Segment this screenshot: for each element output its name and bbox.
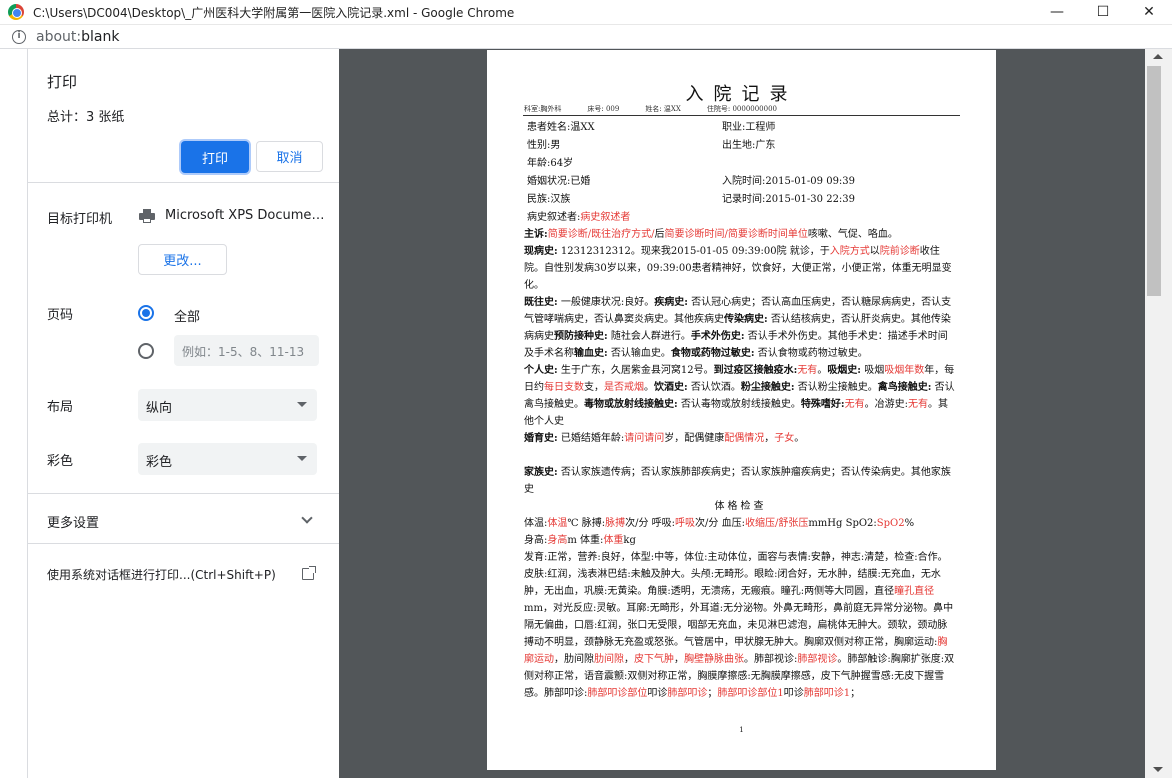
window-title: C:\Users\DC004\Desktop\_广州医科大学附属第一医院入院记录… bbox=[33, 6, 515, 20]
meta-bed: 床号: 009 bbox=[587, 105, 620, 113]
meta-name: 姓名: 温XX bbox=[645, 105, 681, 113]
narrator-value: 病史叙述者 bbox=[580, 212, 631, 223]
marital-history: 婚育史: 已婚结婚年龄:请问请问岁，配偶健康配偶情况，子女。 bbox=[524, 433, 805, 444]
close-button[interactable]: ✕ bbox=[1126, 0, 1172, 24]
pages-custom-input[interactable]: 例如：1-5、8、11-13 bbox=[174, 335, 319, 366]
cancel-button[interactable]: 取消 bbox=[256, 141, 323, 172]
chevron-down-icon[interactable] bbox=[301, 512, 313, 524]
exam-heading: 体格检查 bbox=[714, 501, 767, 512]
printer-name: Microsoft XPS Document Writer bbox=[165, 208, 325, 223]
preview-scrollbar[interactable] bbox=[1145, 49, 1172, 778]
system-dialog-link[interactable]: 使用系统对话框进行打印...(Ctrl+Shift+P) bbox=[47, 566, 276, 583]
print-panel-title: 打印 bbox=[47, 73, 78, 91]
field-record-time: 记录时间:2015-01-30 22:39 bbox=[722, 194, 856, 205]
narrator-label: 病史叙述者: bbox=[527, 212, 581, 223]
field-job: 职业:工程师 bbox=[722, 122, 776, 133]
field-admit-time: 入院时间:2015-01-09 09:39 bbox=[722, 176, 856, 187]
dropdown-caret-icon bbox=[297, 456, 307, 461]
field-narrator: 病史叙述者:病史叙述者 bbox=[527, 212, 630, 224]
scroll-down-icon[interactable] bbox=[1153, 767, 1163, 772]
address-url[interactable]: about:blank bbox=[36, 29, 119, 45]
open-external-icon bbox=[302, 566, 316, 580]
scroll-thumb[interactable] bbox=[1147, 66, 1161, 296]
physical-exam: 发育:正常，营养:良好，体型:中等，体位:主动体位，面容与表情:安静，神志:清楚… bbox=[524, 552, 955, 699]
sheet-total: 总计：3 张纸 bbox=[47, 110, 125, 125]
more-settings-toggle[interactable]: 更多设置 bbox=[47, 512, 99, 531]
layout-label: 布局 bbox=[47, 400, 74, 415]
color-label: 彩色 bbox=[47, 454, 74, 469]
past-history: 既往史: 一般健康状况:良好。疾病史: 否认冠心病史；否认高血压病史，否认糖尿病… bbox=[524, 297, 952, 359]
destination-label: 目标打印机 bbox=[47, 212, 113, 227]
field-age: 年龄:64岁 bbox=[527, 158, 574, 169]
preview-page: 入院记录 科室:胸外科 床号: 009 姓名: 温XX 住院号: 0000000000… bbox=[487, 50, 996, 770]
info-icon[interactable]: i bbox=[12, 30, 26, 44]
header-rule bbox=[523, 115, 960, 116]
divider bbox=[28, 182, 340, 183]
divider bbox=[28, 543, 340, 544]
pages-custom-radio[interactable] bbox=[138, 343, 154, 359]
layout-value: 纵向 bbox=[146, 401, 173, 416]
address-bar: i about:blank bbox=[0, 25, 1172, 49]
scroll-up-icon[interactable] bbox=[1153, 54, 1163, 59]
color-value: 彩色 bbox=[146, 455, 173, 470]
height-weight: 身高:身高m 体重:体重kg bbox=[524, 535, 636, 546]
divider bbox=[28, 493, 340, 494]
document-body: 主诉:简要诊断/既往治疗方式/后简要诊断时间/简要诊断时间单位咳嗽、气促、咯血。… bbox=[524, 226, 957, 702]
minimize-button[interactable]: — bbox=[1034, 0, 1080, 24]
pages-label: 页码 bbox=[47, 308, 74, 323]
present-illness: 现病史: 12312312312。现来我2015-01-05 09:39:00院… bbox=[524, 246, 952, 291]
print-button[interactable]: 打印 bbox=[181, 141, 249, 173]
family-history: 家族史: 否认家族遗传病；否认家族肺部疾病史；否认家族肿瘤疾病史；否认传染病史。… bbox=[524, 467, 951, 495]
page-number: 1 bbox=[739, 726, 744, 734]
chief-complaint: 主诉:简要诊断/既往治疗方式/后简要诊断时间/简要诊断时间单位咳嗽、气促、咯血。 bbox=[524, 229, 898, 240]
meta-dept: 科室:胸外科 bbox=[524, 105, 562, 113]
field-birthplace: 出生地:广东 bbox=[722, 140, 776, 151]
document-meta: 科室:胸外科 床号: 009 姓名: 温XX 住院号: 0000000000 bbox=[524, 104, 803, 114]
left-edge bbox=[0, 49, 27, 778]
window-titlebar: C:\Users\DC004\Desktop\_广州医科大学附属第一医院入院记录… bbox=[0, 0, 1172, 25]
field-name: 患者姓名:温XX bbox=[527, 122, 595, 133]
chrome-logo-icon bbox=[8, 4, 24, 20]
pages-all-radio[interactable] bbox=[138, 305, 154, 321]
maximize-button[interactable]: ☐ bbox=[1080, 0, 1126, 24]
meta-admission-no: 住院号: 0000000000 bbox=[706, 105, 777, 113]
printer-icon bbox=[139, 209, 155, 223]
layout-select[interactable]: 纵向 bbox=[138, 389, 317, 421]
personal-history: 个人史: 生于广东，久居紫金县河窝12号。到过疫区接触疫水:无有。吸烟史: 吸烟… bbox=[524, 365, 955, 427]
change-printer-button[interactable]: 更改... bbox=[138, 244, 227, 275]
print-preview-area[interactable]: 入院记录 科室:胸外科 床号: 009 姓名: 温XX 住院号: 0000000000… bbox=[339, 49, 1145, 778]
vitals: 体温:体温℃ 脉搏:脉搏次/分 呼吸:呼吸次/分 血压:收缩压/舒张压mmHg … bbox=[524, 518, 915, 529]
pages-all-label: 全部 bbox=[174, 310, 201, 325]
document-title: 入院记录 bbox=[685, 84, 798, 105]
dropdown-caret-icon bbox=[297, 402, 307, 407]
field-ethnic: 民族:汉族 bbox=[527, 194, 571, 205]
print-settings-panel: 打印 总计：3 张纸 打印 取消 目标打印机 Microsoft XPS Doc… bbox=[27, 49, 340, 778]
color-select[interactable]: 彩色 bbox=[138, 443, 317, 475]
field-marital: 婚姻状况:已婚 bbox=[527, 176, 591, 187]
field-sex: 性别:男 bbox=[527, 140, 561, 151]
